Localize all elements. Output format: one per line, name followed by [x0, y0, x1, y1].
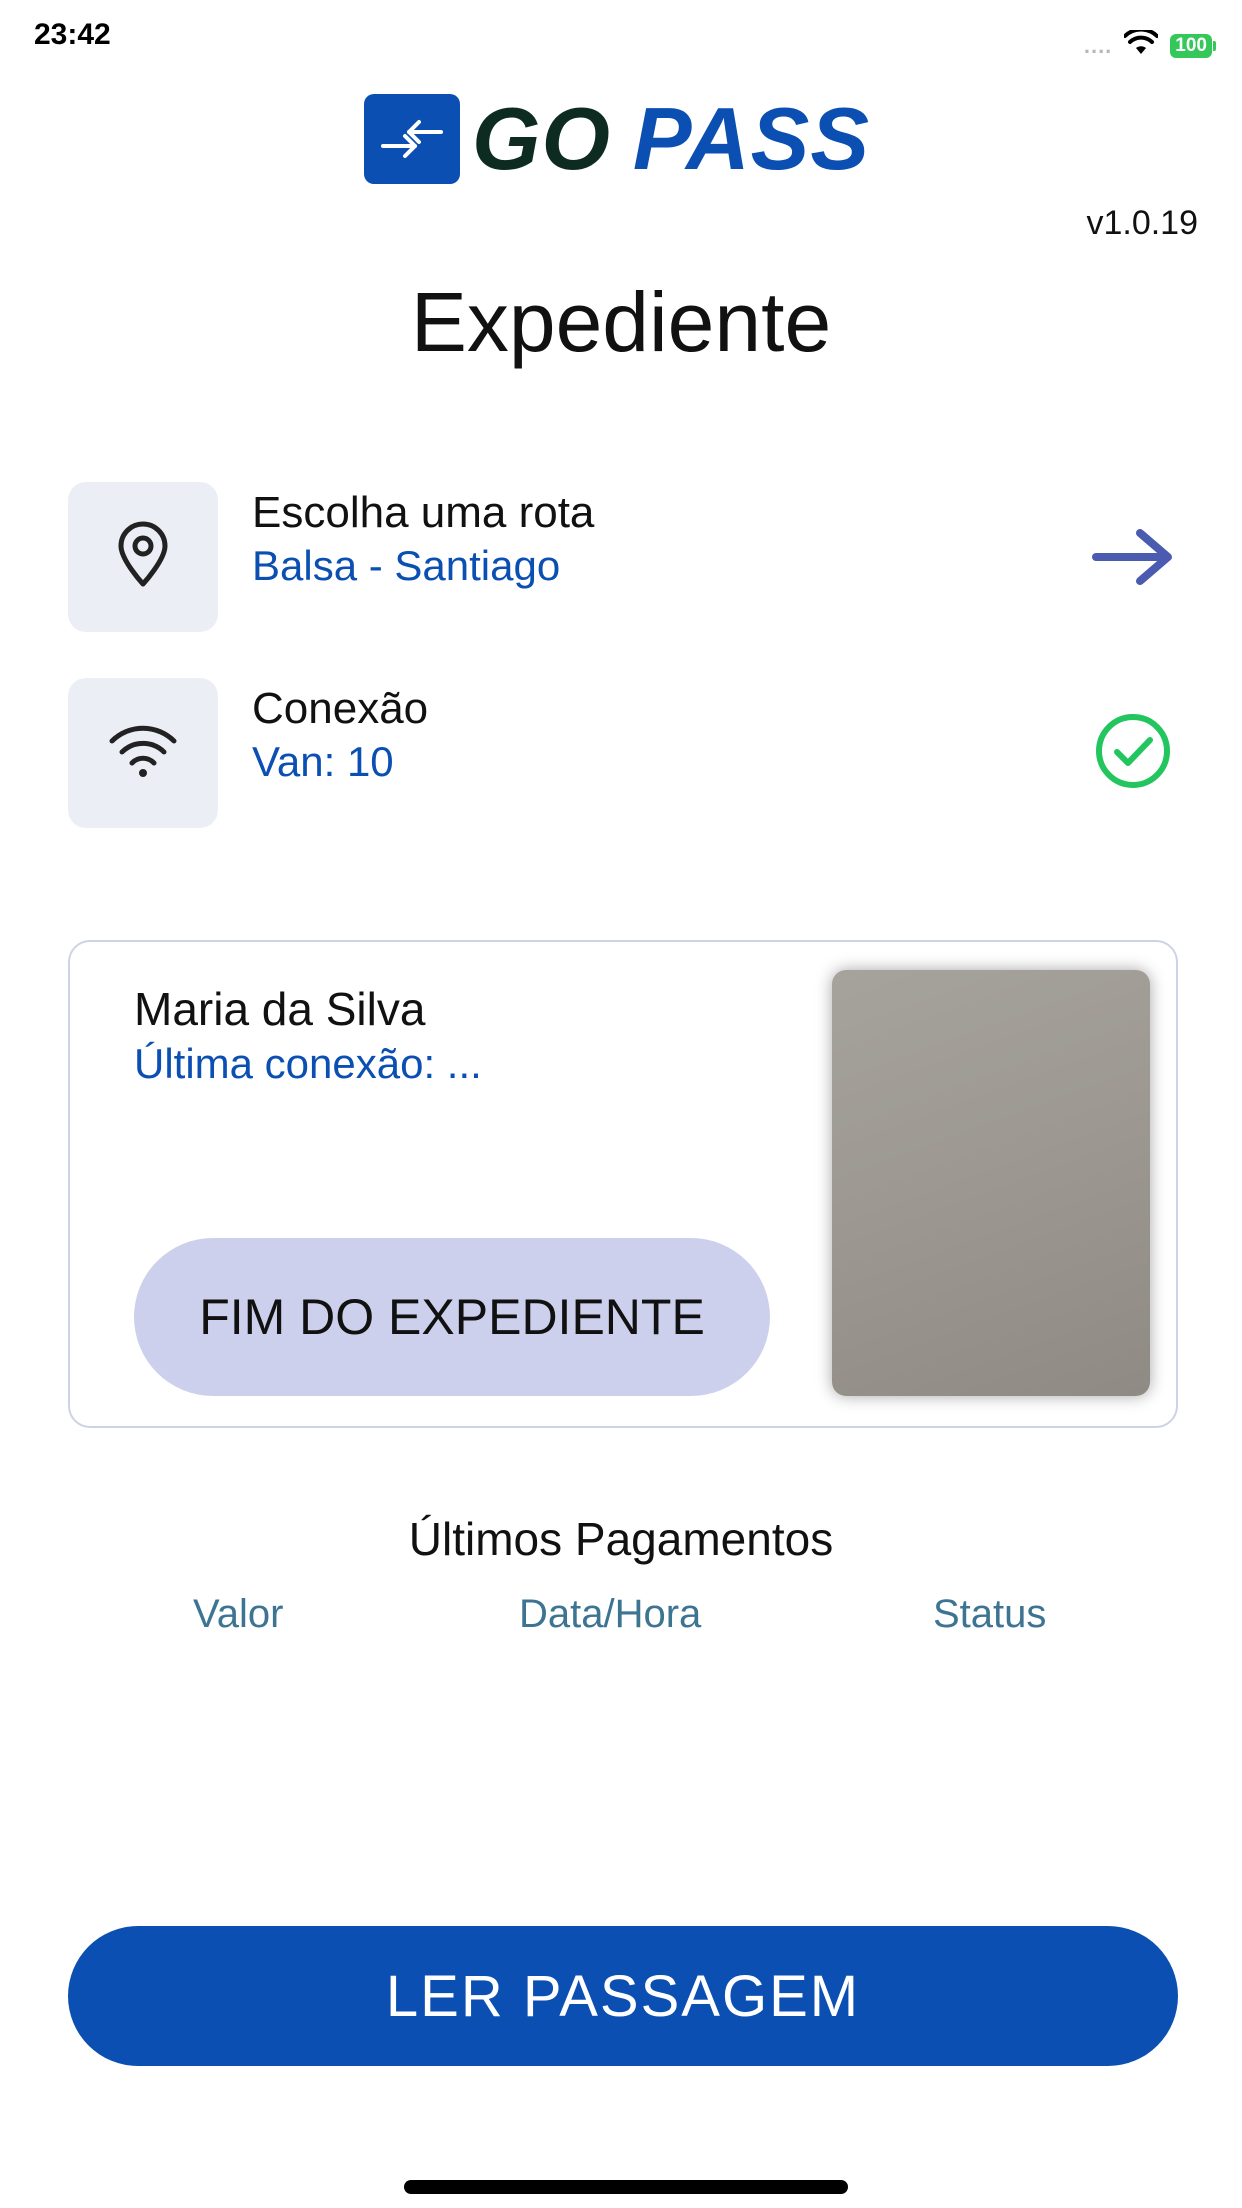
driver-name: Maria da Silva — [134, 983, 426, 1035]
app-logo: GO PASS — [364, 94, 870, 184]
wifi-icon — [108, 723, 178, 784]
column-header-data-hora: Data/Hora — [519, 1592, 702, 1636]
app-version: v1.0.19 — [1086, 204, 1198, 242]
map-pin-icon — [113, 520, 173, 595]
route-selector-row[interactable]: Escolha uma rota Balsa - Santiago — [68, 482, 1178, 632]
status-time: 23:42 — [34, 18, 111, 51]
driver-card: Maria da Silva Última conexão: ... FIM D… — [68, 940, 1178, 1428]
page-title: Expediente — [410, 275, 832, 369]
home-indicator — [404, 2180, 848, 2194]
signal-icon: .... — [1083, 32, 1113, 58]
screen: 23:42 .... 100 GO PASS v1.0.19 Expedient… — [0, 0, 1242, 2208]
check-circle-icon — [1088, 714, 1178, 788]
connection-value: Van: 10 — [252, 738, 394, 785]
route-icon-box — [68, 482, 218, 632]
connection-row[interactable]: Conexão Van: 10 — [68, 678, 1178, 828]
connection-icon-box — [68, 678, 218, 828]
route-value: Balsa - Santiago — [252, 542, 561, 589]
column-header-valor: Valor — [193, 1592, 284, 1636]
column-header-status: Status — [933, 1592, 1047, 1636]
last-connection: Última conexão: ... — [134, 1040, 482, 1087]
payments-title: Últimos Pagamentos — [408, 1513, 834, 1565]
battery-level: 100 — [1170, 33, 1212, 58]
status-indicators: .... 100 — [1083, 27, 1216, 61]
end-shift-button[interactable]: FIM DO EXPEDIENTE — [134, 1238, 770, 1396]
driver-photo — [832, 970, 1150, 1396]
wifi-status-icon — [1123, 27, 1160, 61]
read-ticket-button[interactable]: LER PASSAGEM — [68, 1926, 1178, 2066]
logo-word-pass: PASS — [632, 89, 871, 188]
arrow-right-icon[interactable] — [1088, 522, 1178, 592]
connection-label: Conexão — [252, 684, 429, 733]
logo-arrows-icon — [364, 94, 460, 184]
logo-word-go: GO — [472, 89, 611, 188]
battery-icon: 100 — [1170, 33, 1216, 58]
route-label: Escolha uma rota — [252, 488, 595, 537]
